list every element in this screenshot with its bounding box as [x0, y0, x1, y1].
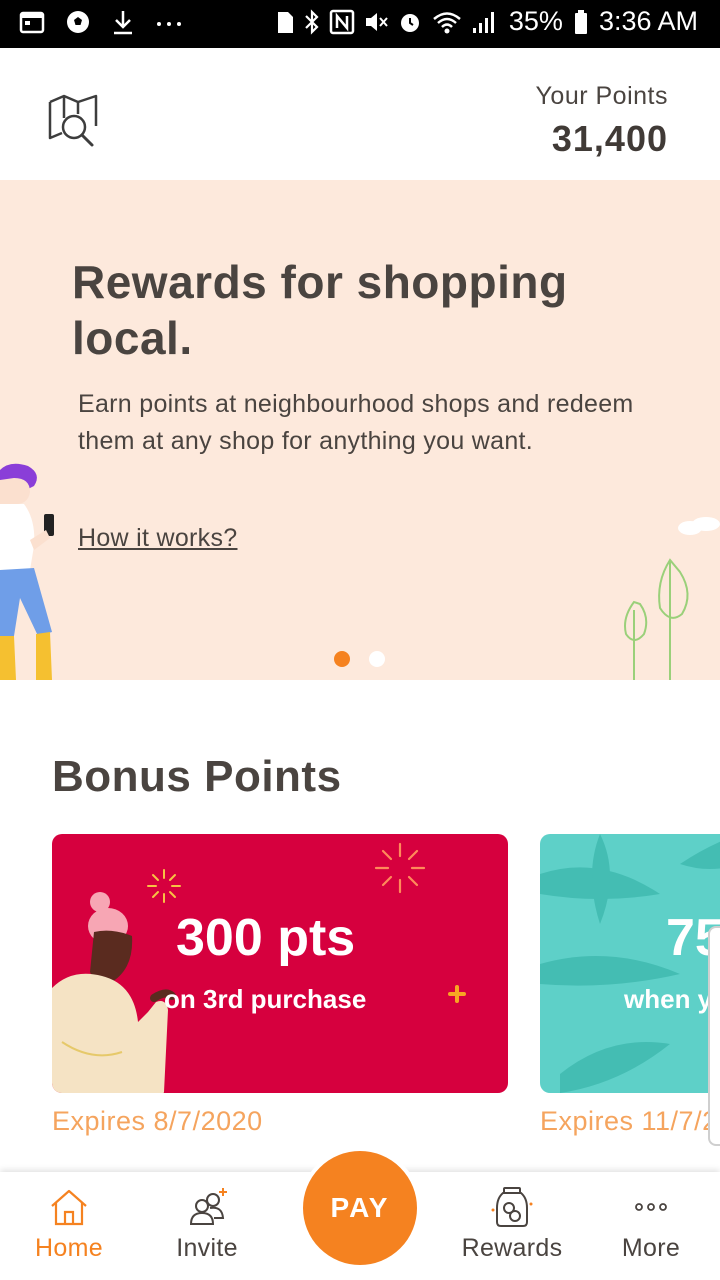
sim-icon: [277, 11, 293, 33]
carousel-dot-2[interactable]: [369, 651, 385, 667]
plus-sparkle-icon: [448, 985, 466, 1003]
invite-icon: [189, 1188, 227, 1225]
map-search-icon: [48, 94, 98, 147]
hero-title: Rewards for shopping local.: [72, 256, 568, 364]
nav-invite[interactable]: Invite: [162, 1172, 252, 1280]
signal-icon: [472, 11, 494, 33]
bonus-card-expiry: Expires 11/7/2: [540, 1106, 718, 1136]
download-icon: [114, 11, 132, 35]
bonus-points-title: Bonus Points: [52, 752, 342, 801]
woman-illustration: [52, 892, 176, 1093]
rewards-jar-icon: [491, 1187, 533, 1227]
sparkle-icon: [147, 869, 181, 903]
hero-banner[interactable]: Rewards for shopping local. Earn points …: [0, 180, 720, 680]
nav-more[interactable]: More: [606, 1172, 696, 1280]
bonus-card-condition: when y: [624, 984, 713, 1014]
home-icon: [51, 1189, 87, 1226]
status-left-icons: [18, 8, 184, 36]
status-bar: 35% 3:36 AM: [0, 0, 720, 48]
cloud-illustration: [678, 517, 720, 535]
points-label: Your Points: [535, 82, 668, 110]
bonus-card-expiry: Expires 8/7/2020: [52, 1106, 263, 1136]
carousel-dot-1[interactable]: [334, 651, 350, 667]
app-header: Your Points 31,400: [0, 48, 720, 180]
nfc-icon: [329, 9, 355, 34]
nav-rewards-label: Rewards: [461, 1234, 563, 1262]
bonus-cards-carousel[interactable]: 300 pts on 3rd purchase Expires 8/7/2020…: [52, 834, 720, 1144]
alarm-icon: [400, 13, 419, 32]
hero-description: Earn points at neighbourhood shops and r…: [78, 390, 634, 455]
nav-invite-label: Invite: [176, 1234, 238, 1262]
nav-home[interactable]: Home: [24, 1172, 114, 1280]
bonus-card-points: 300 pts: [176, 909, 356, 967]
bonus-card[interactable]: 300 pts on 3rd purchase: [52, 834, 508, 1093]
status-right-icons: [275, 8, 499, 36]
more-icon: [635, 1203, 667, 1211]
status-right: 35% 3:36 AM: [275, 6, 698, 37]
soccer-ball-icon: [67, 11, 89, 33]
how-it-works-link[interactable]: How it works?: [78, 524, 238, 553]
clock: 3:36 AM: [598, 6, 698, 36]
scrollbar[interactable]: [708, 926, 720, 1146]
map-search-button[interactable]: [44, 92, 104, 152]
bonus-card[interactable]: 75 when y: [540, 834, 720, 1093]
points-value: 31,400: [551, 118, 668, 159]
woman-with-phone-illustration: [0, 463, 54, 680]
wifi-icon: [433, 11, 461, 33]
pay-button[interactable]: PAY: [299, 1147, 421, 1269]
bluetooth-icon: [305, 8, 319, 35]
firework-icon: [374, 842, 426, 894]
nav-more-label: More: [621, 1234, 681, 1262]
mute-icon: [365, 12, 388, 31]
bonus-card-condition: on 3rd purchase: [164, 984, 367, 1014]
carousel-indicator: [334, 651, 385, 667]
more-dots-icon: [157, 22, 181, 26]
battery-percent: 35%: [508, 6, 563, 36]
nav-home-label: Home: [35, 1234, 103, 1262]
battery-icon: [574, 9, 587, 34]
calendar-icon: [19, 11, 45, 34]
nav-rewards[interactable]: Rewards: [452, 1172, 572, 1280]
